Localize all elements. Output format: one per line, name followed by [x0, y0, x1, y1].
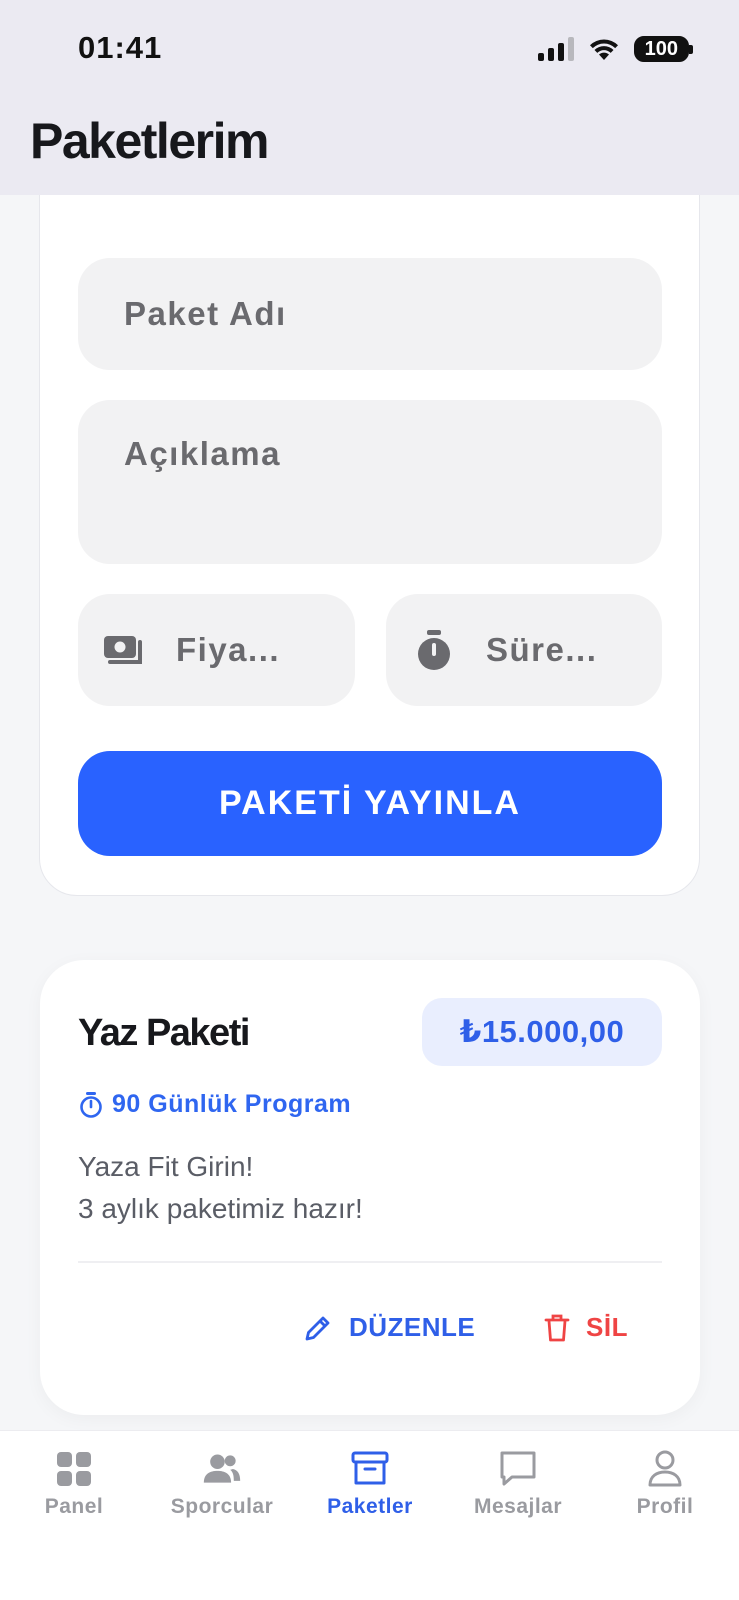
package-duration: 90 Günlük Program: [78, 1090, 351, 1119]
users-icon: [202, 1449, 242, 1489]
package-description-line: 3 aylık paketimiz hazır!: [78, 1193, 363, 1224]
trash-icon: [544, 1314, 570, 1341]
package-name-input[interactable]: Paket Adı: [78, 258, 662, 370]
package-card: Yaz Paketi ₺15.000,00 90 Günlük Program …: [40, 960, 700, 1415]
package-description-placeholder: Açıklama: [124, 435, 281, 472]
grid-icon: [54, 1449, 94, 1489]
archive-box-icon: [350, 1449, 390, 1489]
edit-package-button[interactable]: DÜZENLE: [303, 1312, 475, 1343]
nav-item-paketler[interactable]: Paketler: [296, 1449, 444, 1519]
package-description-input[interactable]: Açıklama: [78, 400, 662, 564]
package-name-placeholder: Paket Adı: [124, 295, 287, 332]
package-title: Yaz Paketi: [78, 1012, 250, 1054]
duration-placeholder: Süre...: [486, 631, 598, 668]
delete-package-button[interactable]: SİL: [544, 1312, 628, 1343]
nav-label: Profil: [636, 1495, 694, 1518]
bottom-navigation: Panel Sporcular Paketler Mesajlar Profil: [0, 1430, 739, 1600]
cellular-signal-icon: [537, 37, 574, 61]
duration-input[interactable]: Süre...: [386, 594, 662, 706]
edit-label: DÜZENLE: [349, 1312, 476, 1342]
new-package-form: Paket Adı Açıklama Fiya... Süre... PAKET…: [39, 150, 700, 896]
publish-package-button[interactable]: PAKETİ YAYINLA: [78, 751, 662, 856]
chat-bubble-icon: [498, 1449, 538, 1489]
price-placeholder: Fiya...: [176, 631, 281, 668]
nav-label: Sporcular: [170, 1495, 274, 1518]
nav-item-profil[interactable]: Profil: [591, 1449, 739, 1519]
battery-icon: 100: [633, 36, 694, 62]
nav-item-mesajlar[interactable]: Mesajlar: [444, 1449, 592, 1519]
package-duration-label: 90 Günlük Program: [112, 1090, 352, 1118]
person-icon: [645, 1449, 685, 1489]
nav-label: Panel: [44, 1495, 104, 1518]
nav-item-panel[interactable]: Panel: [0, 1449, 148, 1519]
status-icons: 100: [537, 32, 694, 66]
package-description-line: Yaza Fit Girin!: [78, 1151, 254, 1182]
delete-label: SİL: [586, 1312, 628, 1342]
wifi-icon: [589, 39, 618, 60]
divider: [78, 1261, 662, 1263]
price-input[interactable]: Fiya...: [78, 594, 355, 706]
app-header: 01:41 100 Paketlerim: [0, 0, 739, 195]
package-description: Yaza Fit Girin! 3 aylık paketimiz hazır!: [78, 1146, 658, 1230]
package-price-badge: ₺15.000,00: [422, 998, 662, 1066]
nav-item-sporcular[interactable]: Sporcular: [148, 1449, 296, 1519]
nav-label: Paketler: [327, 1495, 413, 1518]
stopwatch-icon: [412, 628, 456, 672]
pencil-icon: [305, 1316, 330, 1340]
stopwatch-icon: [80, 1091, 102, 1118]
status-time: 01:41: [78, 30, 163, 65]
nav-label: Mesajlar: [473, 1495, 563, 1518]
money-icon: [102, 628, 146, 672]
page-title: Paketlerim: [30, 113, 269, 169]
